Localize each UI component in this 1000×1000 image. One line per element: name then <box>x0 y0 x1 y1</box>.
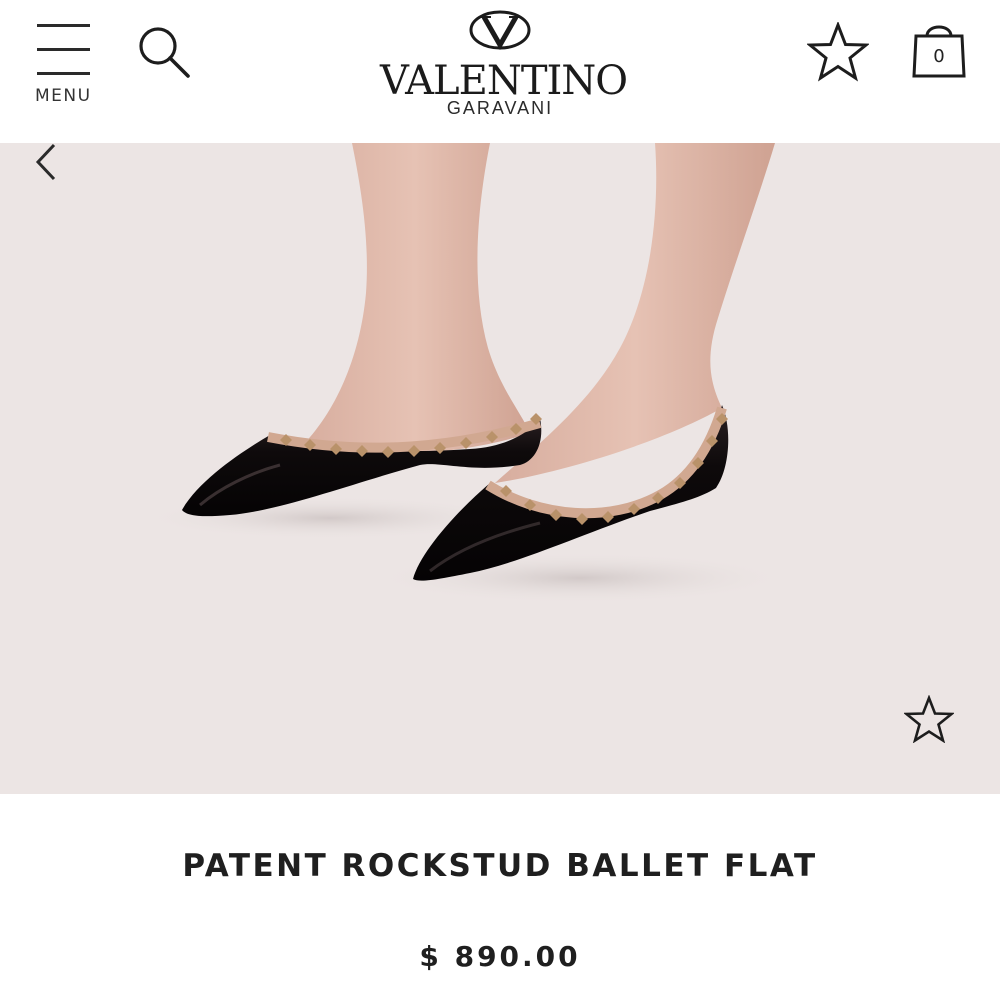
star-outline-icon <box>902 694 956 744</box>
shopping-bag-button[interactable]: 0 <box>908 20 970 82</box>
menu-label: MENU <box>35 86 92 106</box>
brand-logo[interactable]: VALENTINO GARAVANI <box>380 8 628 126</box>
star-icon <box>805 20 871 82</box>
image-wishlist-button[interactable] <box>902 694 956 744</box>
product-title: PATENT ROCKSTUD BALLET FLAT <box>182 848 818 884</box>
menu-button[interactable]: MENU <box>30 20 98 112</box>
site-header: MENU VALENTINO GARAVANI 0 <box>0 0 1000 143</box>
search-button[interactable] <box>136 24 194 82</box>
search-icon <box>139 27 190 78</box>
bag-count: 0 <box>933 46 945 67</box>
v-logo-icon <box>469 10 531 50</box>
product-price: $ 890.00 <box>419 940 581 973</box>
brand-subtitle: GARAVANI <box>446 98 554 118</box>
wishlist-button[interactable] <box>805 20 871 82</box>
previous-image-button[interactable] <box>28 143 68 187</box>
chevron-left-icon <box>35 143 56 181</box>
product-photo <box>0 143 1000 794</box>
product-image-gallery[interactable] <box>0 143 1000 794</box>
